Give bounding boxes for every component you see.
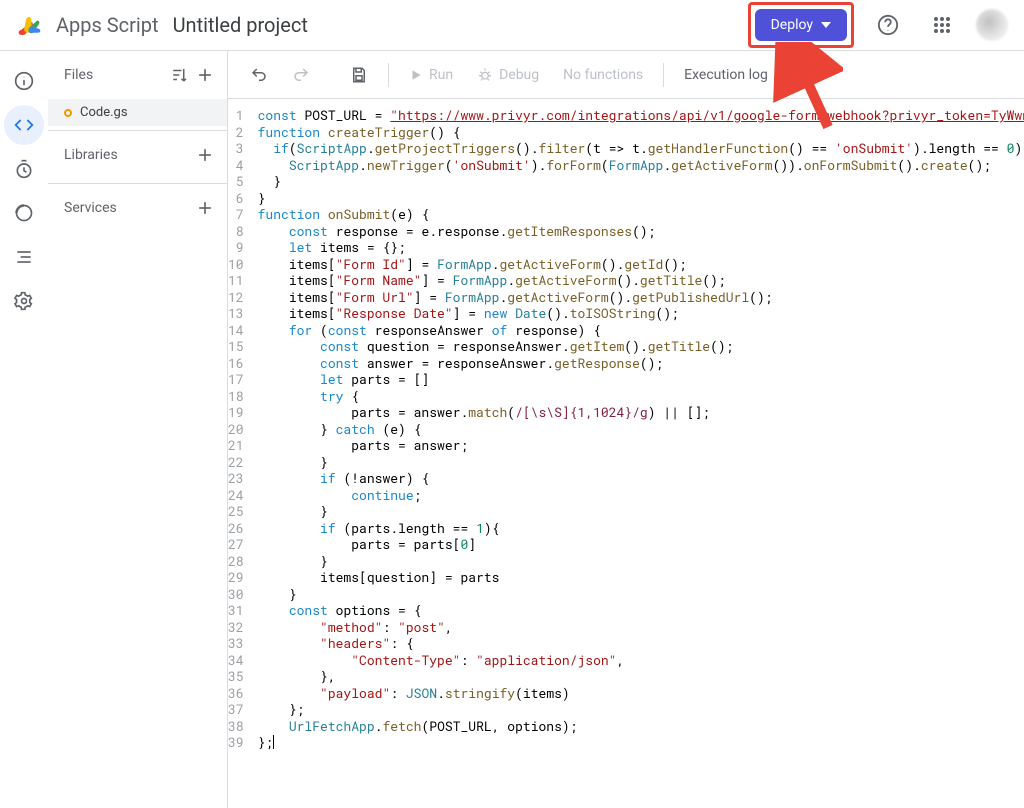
toolbar-separator xyxy=(388,63,389,87)
deploy-button[interactable]: Deploy xyxy=(755,9,847,41)
code-line[interactable]: const POST_URL = "https://www.privyr.com… xyxy=(258,107,1024,124)
code-line[interactable]: continue; xyxy=(258,487,1024,504)
rail-editor-icon[interactable] xyxy=(4,105,44,145)
code-line[interactable]: let items = {}; xyxy=(258,239,1024,256)
save-button[interactable] xyxy=(340,60,378,90)
no-functions-label: No functions xyxy=(563,67,643,83)
code-line[interactable]: items["Form Name"] = FormApp.getActiveFo… xyxy=(258,272,1024,289)
services-header: Services xyxy=(48,184,227,232)
code-line[interactable]: "headers": { xyxy=(258,635,1024,652)
libraries-label: Libraries xyxy=(64,147,118,163)
brand-name: Apps Script xyxy=(56,13,159,37)
code-line[interactable]: for (const responseAnswer of response) { xyxy=(258,322,1024,339)
code-line[interactable]: UrlFetchApp.fetch(POST_URL, options); xyxy=(258,718,1024,735)
execution-log-label: Execution log xyxy=(684,67,768,83)
code-line[interactable]: try { xyxy=(258,388,1024,405)
code-line[interactable]: } xyxy=(258,553,1024,570)
add-file-icon[interactable] xyxy=(195,65,215,85)
rail-settings-icon[interactable] xyxy=(4,281,44,321)
editor-area: Run Debug No functions Execution log 123… xyxy=(228,51,1024,808)
debug-label: Debug xyxy=(499,67,539,83)
code-line[interactable]: }; xyxy=(258,734,1024,751)
caret-down-icon xyxy=(821,22,831,28)
services-label: Services xyxy=(64,200,117,216)
code-line[interactable]: if (parts.length == 1){ xyxy=(258,520,1024,537)
code-line[interactable]: "method": "post", xyxy=(258,619,1024,636)
header-actions: Deploy xyxy=(748,2,1008,48)
code-line[interactable]: const options = { xyxy=(258,602,1024,619)
code-line[interactable]: const answer = responseAnswer.getRespons… xyxy=(258,355,1024,372)
rail-triggers-icon[interactable] xyxy=(4,149,44,189)
function-selector[interactable]: No functions xyxy=(553,61,653,89)
line-number-gutter: 1234567891011121314151617181920212223242… xyxy=(228,99,254,808)
file-item-code-gs[interactable]: Code.gs xyxy=(48,99,227,126)
file-status-icon xyxy=(64,109,72,117)
code-line[interactable]: items[question] = parts xyxy=(258,569,1024,586)
main-layout: Files Code.gs Libraries Services xyxy=(0,50,1024,808)
code-line[interactable]: items["Form Url"] = FormApp.getActiveFor… xyxy=(258,289,1024,306)
run-button[interactable]: Run xyxy=(399,61,463,89)
code-line[interactable]: "payload": JSON.stringify(items) xyxy=(258,685,1024,702)
account-avatar[interactable] xyxy=(976,9,1008,41)
editor-toolbar: Run Debug No functions Execution log xyxy=(228,51,1024,99)
undo-button[interactable] xyxy=(240,60,278,90)
add-service-icon[interactable] xyxy=(195,198,215,218)
code-line[interactable]: }, xyxy=(258,668,1024,685)
files-sidebar: Files Code.gs Libraries Services xyxy=(48,51,228,808)
code-line[interactable]: function createTrigger() { xyxy=(258,124,1024,141)
code-line[interactable]: const question = responseAnswer.getItem(… xyxy=(258,338,1024,355)
code-line[interactable]: function onSubmit(e) { xyxy=(258,206,1024,223)
code-line[interactable]: parts = parts[0] xyxy=(258,536,1024,553)
rail-services-icon[interactable] xyxy=(4,237,44,277)
rail-overview-icon[interactable] xyxy=(4,61,44,101)
apps-menu-icon[interactable] xyxy=(922,5,962,45)
debug-button[interactable]: Debug xyxy=(467,61,549,89)
sort-files-icon[interactable] xyxy=(171,66,189,84)
code-line[interactable]: "Content-Type": "application/json", xyxy=(258,652,1024,669)
project-title[interactable]: Untitled project xyxy=(173,13,308,37)
code-line[interactable]: parts = answer; xyxy=(258,437,1024,454)
code-line[interactable]: } xyxy=(258,173,1024,190)
code-line[interactable]: } xyxy=(258,586,1024,603)
deploy-highlight-box: Deploy xyxy=(748,2,854,48)
code-line[interactable]: ScriptApp.newTrigger('onSubmit').forForm… xyxy=(258,157,1024,174)
code-line[interactable]: const response = e.response.getItemRespo… xyxy=(258,223,1024,240)
rail-executions-icon[interactable] xyxy=(4,193,44,233)
redo-button[interactable] xyxy=(282,60,320,90)
help-icon[interactable] xyxy=(868,5,908,45)
code-line[interactable]: } xyxy=(258,190,1024,207)
deploy-button-label: Deploy xyxy=(771,17,813,33)
code-line[interactable]: let parts = [] xyxy=(258,371,1024,388)
code-editor[interactable]: 1234567891011121314151617181920212223242… xyxy=(228,99,1024,808)
libraries-header: Libraries xyxy=(48,131,227,179)
add-library-icon[interactable] xyxy=(195,145,215,165)
code-line[interactable]: } xyxy=(258,454,1024,471)
apps-script-logo-icon xyxy=(14,11,42,39)
code-line[interactable]: } catch (e) { xyxy=(258,421,1024,438)
code-line[interactable]: } xyxy=(258,503,1024,520)
files-header-label: Files xyxy=(64,67,93,83)
run-label: Run xyxy=(429,67,453,83)
execution-log-button[interactable]: Execution log xyxy=(674,61,778,89)
app-header: Apps Script Untitled project Deploy xyxy=(0,0,1024,50)
title-bar: Apps Script Untitled project xyxy=(56,13,734,37)
file-name: Code.gs xyxy=(80,105,128,120)
left-rail xyxy=(0,51,48,808)
code-line[interactable]: items["Response Date"] = new Date().toIS… xyxy=(258,305,1024,322)
code-line[interactable]: }; xyxy=(258,701,1024,718)
files-header: Files xyxy=(48,51,227,99)
code-line[interactable]: items["Form Id"] = FormApp.getActiveForm… xyxy=(258,256,1024,273)
code-line[interactable]: if (!answer) { xyxy=(258,470,1024,487)
code-content[interactable]: const POST_URL = "https://www.privyr.com… xyxy=(254,99,1024,808)
code-line[interactable]: parts = answer.match(/[\s\S]{1,1024}/g) … xyxy=(258,404,1024,421)
code-line[interactable]: if(ScriptApp.getProjectTriggers().filter… xyxy=(258,140,1024,157)
toolbar-separator xyxy=(663,63,664,87)
